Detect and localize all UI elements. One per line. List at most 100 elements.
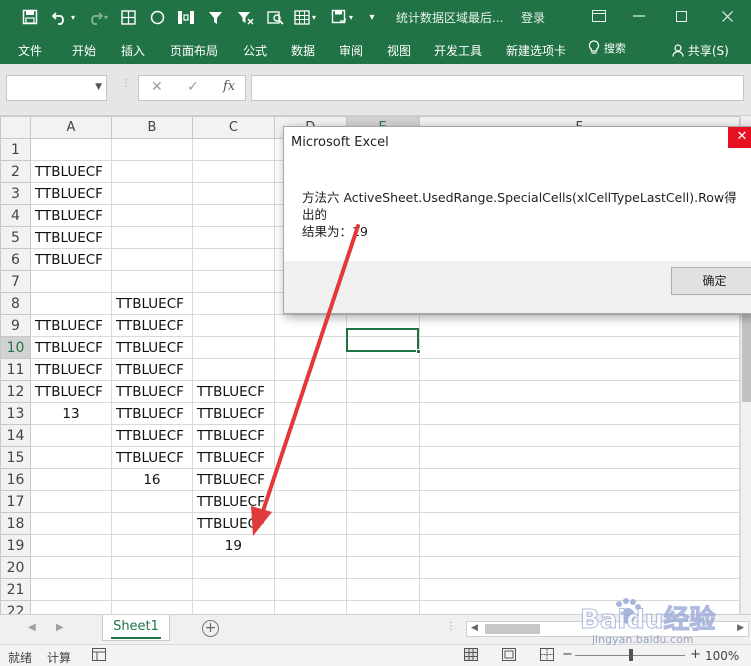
cell-a[interactable]: TTBLUECF xyxy=(29,204,112,227)
tell-me-search[interactable]: 搜索 xyxy=(588,40,626,56)
splitter-dots[interactable]: ⋮ xyxy=(121,78,131,89)
cell-a[interactable]: TTBLUECF xyxy=(29,380,112,403)
row-header[interactable]: 18 xyxy=(0,512,31,535)
cell-a[interactable] xyxy=(29,292,112,315)
cell-a[interactable]: TTBLUECF xyxy=(29,160,112,183)
insert-function-icon[interactable]: fx xyxy=(223,79,235,94)
cell-c[interactable] xyxy=(191,160,275,183)
cell-a[interactable] xyxy=(29,446,112,469)
vertical-scroll-thumb[interactable] xyxy=(742,312,751,402)
cell-e[interactable] xyxy=(345,600,420,614)
cell-a[interactable] xyxy=(29,490,112,513)
cell-c[interactable] xyxy=(191,292,275,315)
cell-c[interactable]: TTBLUECF xyxy=(191,446,275,469)
row-header[interactable]: 5 xyxy=(0,226,31,249)
cell-e[interactable] xyxy=(345,556,420,579)
row-header[interactable]: 8 xyxy=(0,292,31,315)
page-break-view-icon[interactable] xyxy=(540,648,554,664)
cell-a[interactable]: TTBLUECF xyxy=(29,358,112,381)
cell-f[interactable] xyxy=(418,468,740,491)
cell-c[interactable] xyxy=(191,358,275,381)
column-icon[interactable] xyxy=(175,5,197,29)
column-header-c[interactable]: C xyxy=(191,116,275,139)
cell-c[interactable] xyxy=(191,204,275,227)
cell-b[interactable] xyxy=(110,578,193,601)
cell-a[interactable]: TTBLUECF xyxy=(29,182,112,205)
column-header-b[interactable]: B xyxy=(110,116,193,139)
tab-home[interactable]: 开始 xyxy=(72,42,96,59)
cell-a[interactable]: TTBLUECF xyxy=(29,226,112,249)
cell-e[interactable] xyxy=(345,578,420,601)
cell-b[interactable]: TTBLUECF xyxy=(110,380,193,403)
cell-b[interactable]: TTBLUECF xyxy=(110,358,193,381)
zoom-slider-thumb[interactable] xyxy=(629,649,633,661)
row-header[interactable]: 9 xyxy=(0,314,31,337)
row-header[interactable]: 6 xyxy=(0,248,31,271)
cell-b[interactable] xyxy=(110,138,193,161)
cell-b[interactable]: 16 xyxy=(110,468,193,491)
cell-b[interactable] xyxy=(110,248,193,271)
cell-b[interactable] xyxy=(110,556,193,579)
zoom-level[interactable]: 100% xyxy=(705,649,739,663)
cell-e[interactable] xyxy=(345,534,420,557)
filter-icon[interactable] xyxy=(205,5,225,29)
cell-d[interactable] xyxy=(273,556,347,579)
cell-b[interactable]: TTBLUECF xyxy=(110,314,193,337)
cell-d[interactable] xyxy=(273,358,347,381)
find-icon[interactable] xyxy=(264,5,286,29)
row-header[interactable]: 1 xyxy=(0,138,31,161)
row-header[interactable]: 20 xyxy=(0,556,31,579)
minimize-icon[interactable] xyxy=(624,5,654,27)
next-sheet-icon[interactable]: ▶ xyxy=(56,622,64,633)
cell-c[interactable] xyxy=(191,600,275,614)
cell-b[interactable]: TTBLUECF xyxy=(110,446,193,469)
cell-a[interactable] xyxy=(29,600,112,614)
cell-b[interactable] xyxy=(110,512,193,535)
cell-f[interactable] xyxy=(418,336,740,359)
cell-b[interactable] xyxy=(110,226,193,249)
macro-record-icon[interactable] xyxy=(92,648,106,664)
close-icon[interactable] xyxy=(712,5,742,27)
row-header[interactable]: 13 xyxy=(0,402,31,425)
cell-e[interactable] xyxy=(345,314,420,337)
save-icon[interactable] xyxy=(18,5,42,29)
cell-b[interactable] xyxy=(110,182,193,205)
scroll-left-icon[interactable]: ◀ xyxy=(471,623,478,633)
row-header[interactable]: 11 xyxy=(0,358,31,381)
cell-a[interactable]: 13 xyxy=(29,402,112,425)
tab-insert[interactable]: 插入 xyxy=(121,42,145,59)
cell-d[interactable] xyxy=(273,468,347,491)
select-all-corner[interactable] xyxy=(0,116,31,139)
cancel-icon[interactable]: ✕ xyxy=(151,79,163,95)
cell-b[interactable]: TTBLUECF xyxy=(110,292,193,315)
tab-page-layout[interactable]: 页面布局 xyxy=(170,42,218,59)
cell-f[interactable] xyxy=(418,402,740,425)
prev-sheet-icon[interactable]: ◀ xyxy=(28,622,36,633)
add-sheet-icon[interactable]: + xyxy=(202,620,219,637)
cell-c[interactable] xyxy=(191,314,275,337)
cell-f[interactable] xyxy=(418,512,740,535)
cell-c[interactable] xyxy=(191,248,275,271)
cell-b[interactable] xyxy=(110,204,193,227)
column-header-a[interactable]: A xyxy=(29,116,112,139)
tab-view[interactable]: 视图 xyxy=(387,42,411,59)
tab-splitter-dots[interactable]: ⋮ xyxy=(446,621,456,632)
cell-c[interactable] xyxy=(191,182,275,205)
zoom-out-icon[interactable]: − xyxy=(562,647,573,662)
cell-d[interactable] xyxy=(273,600,347,614)
grid-icon[interactable]: ▾ xyxy=(290,5,320,29)
row-header[interactable]: 14 xyxy=(0,424,31,447)
cell-d[interactable] xyxy=(273,490,347,513)
tab-developer[interactable]: 开发工具 xyxy=(434,42,482,59)
scroll-right-icon[interactable]: ▶ xyxy=(737,623,744,633)
cell-b[interactable] xyxy=(110,534,193,557)
row-header[interactable]: 4 xyxy=(0,204,31,227)
cell-c[interactable] xyxy=(191,138,275,161)
cell-f[interactable] xyxy=(418,578,740,601)
save-as-icon[interactable]: ▾ xyxy=(328,5,356,29)
cell-a[interactable]: TTBLUECF xyxy=(29,336,112,359)
cell-c[interactable]: TTBLUECF xyxy=(191,424,275,447)
dialog-close-icon[interactable]: ✕ xyxy=(728,127,751,148)
maximize-icon[interactable] xyxy=(666,5,696,27)
tab-review[interactable]: 审阅 xyxy=(339,42,363,59)
